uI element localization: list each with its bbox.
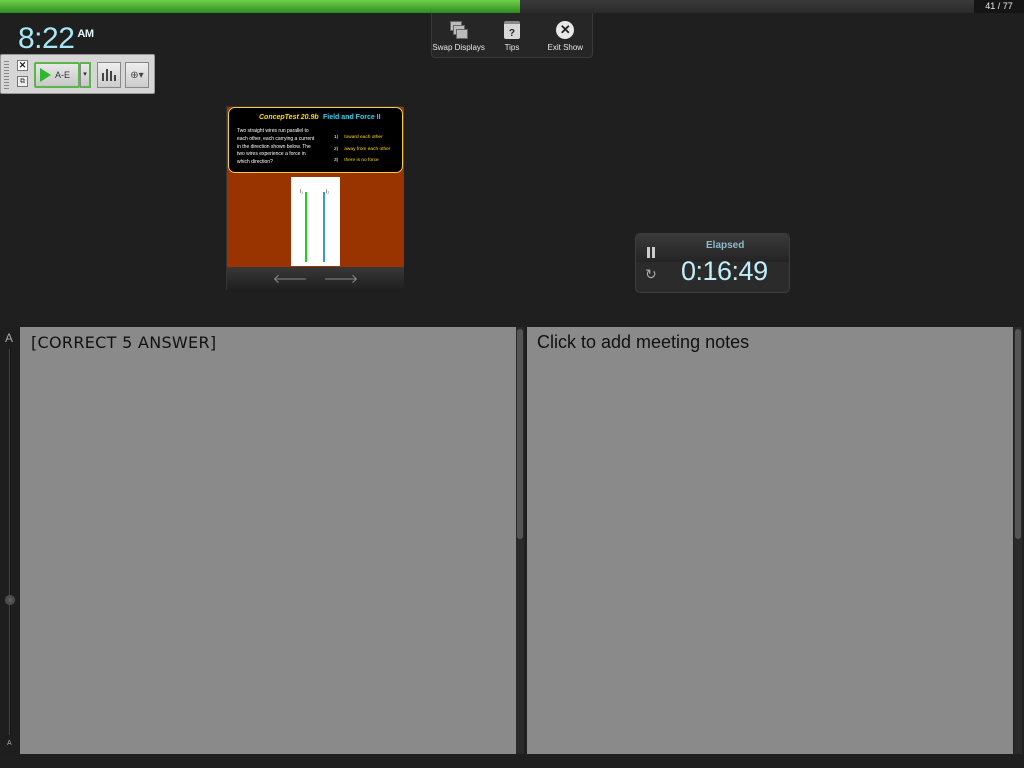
pause-icon[interactable] <box>647 247 657 258</box>
slide-option: 3) there is no force <box>334 155 390 167</box>
timer-label: Elapsed <box>706 240 745 251</box>
current-label-1: I₁ <box>300 189 304 195</box>
speaker-notes-text[interactable]: [CORRECT 5 ANSWER] <box>31 333 216 352</box>
slider-knob[interactable] <box>5 594 15 605</box>
speaker-notes-pane[interactable]: [CORRECT 5 ANSWER] <box>20 327 516 754</box>
small-font-icon: A <box>7 740 12 747</box>
bar-chart-icon <box>102 73 104 81</box>
next-slide-icon[interactable]: 🡒 <box>324 271 359 287</box>
wire-2 <box>323 192 325 262</box>
slide-counter: 41 / 77 <box>974 0 1024 13</box>
swap-displays-icon <box>449 19 468 41</box>
presenter-toolbar: Swap Displays ? Tips ✕ Exit Show <box>431 13 593 58</box>
speaker-notes-scrollbar[interactable] <box>516 327 524 754</box>
copy-icon[interactable]: ⧉ <box>17 76 28 87</box>
slide-options: 1) toward each other 2) away from each oth… <box>334 132 390 167</box>
meeting-notes-placeholder[interactable]: Click to add meeting notes <box>537 332 749 353</box>
previous-slide-icon[interactable]: 🡐 <box>273 271 308 287</box>
close-toolbar-icon[interactable]: ✕ <box>17 60 28 71</box>
tips-button[interactable]: ? Tips <box>487 19 537 52</box>
current-time: 8:22 AM <box>18 22 94 56</box>
bar-chart-icon <box>114 75 116 81</box>
results-chart-button[interactable] <box>97 62 121 88</box>
current-label-2: I₂ <box>326 189 330 195</box>
wires-diagram: I₁ I₂ <box>291 177 340 266</box>
elapsed-timer: Elapsed ↻ 0:16:49 <box>635 233 790 293</box>
slide-thumbnail[interactable]: ConcepTest 20.9b Field and Force II Two … <box>227 107 404 267</box>
slide-title: ConcepTest 20.9b <box>259 114 319 121</box>
tips-label: Tips <box>504 43 520 52</box>
slide-question: Two straight wires run parallel to each … <box>237 128 315 166</box>
globe-menu-button[interactable]: ⊕▾ <box>125 62 149 88</box>
close-icon: ✕ <box>556 19 575 41</box>
help-icon: ? <box>503 19 520 41</box>
option-text: there is no force <box>344 158 379 163</box>
elapsed-time: 0:16:49 <box>681 256 768 286</box>
slide-option: 2) away from each other <box>334 144 390 156</box>
clock-ampm: AM <box>77 28 94 40</box>
slide-subtitle: Field and Force II <box>323 114 381 121</box>
swap-displays-button[interactable]: Swap Displays <box>432 19 485 52</box>
option-text: toward each other <box>344 135 383 140</box>
swap-displays-label: Swap Displays <box>432 43 485 52</box>
font-size-slider[interactable]: A A <box>0 327 20 754</box>
polling-toolbar: ✕ ⧉ A-E ▾ ⊕▾ <box>0 54 155 94</box>
option-number: 1) <box>334 135 339 140</box>
slide-progress-bar: 41 / 77 <box>0 0 1024 13</box>
exit-show-button[interactable]: ✕ Exit Show <box>540 19 590 52</box>
option-number: 2) <box>334 146 339 152</box>
meeting-notes-scrollbar[interactable] <box>1014 327 1022 754</box>
wire-1 <box>305 192 307 262</box>
poll-mode-dropdown[interactable]: ▾ <box>80 62 91 88</box>
scrollbar-thumb[interactable] <box>517 329 523 539</box>
play-icon <box>40 68 51 82</box>
exit-show-label: Exit Show <box>547 43 584 52</box>
drag-handle[interactable] <box>4 61 9 89</box>
slider-track[interactable] <box>9 349 11 735</box>
current-slide-preview: ConcepTest 20.9b Field and Force II Two … <box>226 106 404 291</box>
scrollbar-thumb[interactable] <box>1015 329 1021 539</box>
bar-chart-icon <box>110 71 112 81</box>
slide-question-box: ConcepTest 20.9b Field and Force II Two … <box>228 107 403 173</box>
option-number: 3) <box>334 158 339 163</box>
meeting-notes-pane[interactable]: Click to add meeting notes <box>527 327 1013 754</box>
option-text: away from each other <box>344 146 391 152</box>
large-font-icon: A <box>5 331 14 345</box>
bar-chart-icon <box>106 69 108 81</box>
clock-time: 8:22 <box>18 22 75 55</box>
progress-fill <box>0 0 520 13</box>
poll-mode-label: A-E <box>55 70 71 80</box>
slide-navigation: 🡐 🡒 <box>227 267 404 291</box>
reset-timer-icon[interactable]: ↻ <box>645 266 657 283</box>
slide-option: 1) toward each other <box>334 132 390 144</box>
start-poll-button[interactable]: A-E <box>34 62 80 88</box>
